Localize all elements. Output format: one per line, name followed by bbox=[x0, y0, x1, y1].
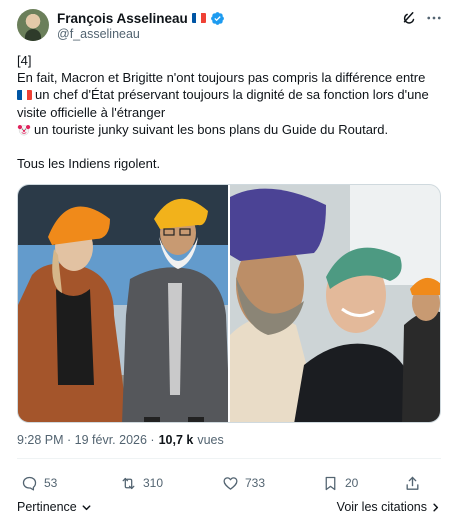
views-label: vues bbox=[197, 433, 224, 447]
tweet-line: Tous les Indiens rigolent. bbox=[17, 156, 161, 172]
view-quotes-link[interactable]: Voir les citations bbox=[337, 500, 441, 514]
tweet-line-text: un chef d'État préservant toujours la di… bbox=[35, 87, 429, 103]
tweet-card: François Asselineau @f_asselineau [4] En… bbox=[0, 0, 453, 526]
bookmark-button[interactable]: 20 bbox=[322, 473, 358, 493]
view-quotes-label: Voir les citations bbox=[336, 500, 427, 514]
tweet-line: visite officielle à l'étranger bbox=[17, 104, 166, 120]
photo-left[interactable] bbox=[18, 185, 228, 422]
heart-icon bbox=[223, 476, 238, 490]
tweet-meta: 9:28 PM · 19 févr. 2026 · 10,7 k vues bbox=[17, 433, 224, 447]
bookmark-icon bbox=[325, 476, 336, 490]
verified-badge-icon bbox=[210, 11, 224, 25]
bookmark-count: 20 bbox=[345, 476, 359, 490]
author-handle[interactable]: @f_asselineau bbox=[57, 27, 140, 41]
tweet-line: En fait, Macron et Brigitte n'ont toujou… bbox=[17, 70, 426, 86]
tweet-line: [4] bbox=[17, 53, 32, 68]
like-count: 733 bbox=[245, 476, 266, 490]
replies-sort-row: Pertinence Voir les citations bbox=[17, 500, 441, 518]
chevron-right-icon bbox=[433, 503, 439, 511]
repost-button[interactable]: 310 bbox=[120, 473, 163, 493]
photo-left-scene bbox=[18, 185, 228, 422]
action-bar: 53 310 733 20 bbox=[17, 473, 441, 493]
clown-face-icon bbox=[17, 124, 31, 136]
tweet-text: [4] En fait, Macron et Brigitte n'ont to… bbox=[17, 52, 442, 172]
french-flag-icon bbox=[191, 13, 206, 23]
sort-label: Pertinence bbox=[17, 500, 77, 514]
timestamp[interactable]: 9:28 PM · 19 févr. 2026 · bbox=[17, 433, 155, 447]
share-icon[interactable] bbox=[404, 475, 421, 492]
author-name-row: François Asselineau bbox=[57, 9, 225, 27]
reply-icon bbox=[22, 476, 37, 491]
divider bbox=[17, 458, 441, 459]
repost-count: 310 bbox=[143, 476, 164, 490]
avatar[interactable] bbox=[17, 9, 49, 41]
grok-icon[interactable] bbox=[400, 9, 418, 27]
more-options-icon[interactable] bbox=[425, 9, 443, 27]
french-flag-icon bbox=[17, 90, 32, 101]
tweet-line-text: un touriste junky suivant les bons plans… bbox=[34, 121, 389, 137]
tweet-line: un touriste junky suivant les bons plans… bbox=[17, 121, 442, 138]
chevron-down-icon bbox=[82, 504, 91, 510]
like-button[interactable]: 733 bbox=[222, 473, 265, 493]
reply-button[interactable]: 53 bbox=[21, 473, 57, 493]
tweet-line: un chef d'État préservant toujours la di… bbox=[17, 86, 442, 103]
media-grid bbox=[17, 184, 441, 423]
views-count: 10,7 k bbox=[158, 433, 194, 447]
reply-count: 53 bbox=[44, 476, 58, 490]
sort-relevance-dropdown[interactable]: Pertinence bbox=[17, 500, 92, 514]
repost-icon bbox=[122, 477, 135, 489]
author-display-name[interactable]: François Asselineau bbox=[57, 11, 188, 26]
photo-right[interactable] bbox=[230, 185, 440, 422]
photo-right-scene bbox=[230, 185, 440, 422]
